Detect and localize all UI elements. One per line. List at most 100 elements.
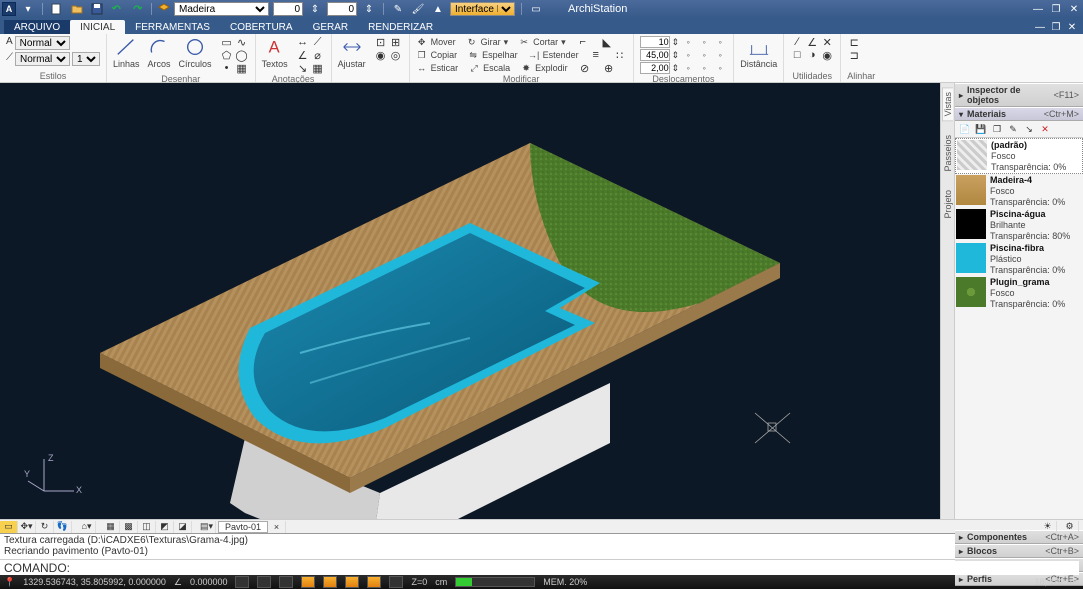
spinner-1-ctrl[interactable]: ⇕ (307, 2, 323, 16)
mdi-close-icon[interactable]: ✕ (1065, 22, 1079, 34)
textos-button[interactable]: ATextos (262, 36, 288, 69)
maximize-icon[interactable]: ❐ (1047, 2, 1065, 16)
u3-icon[interactable]: ✕ (820, 36, 834, 48)
view-orbit-icon[interactable]: ↻ (36, 521, 54, 533)
brush-icon[interactable]: 🖌 (410, 2, 426, 16)
escala-button[interactable]: ⤢Escala (468, 62, 510, 74)
copiar-button[interactable]: ❐Copiar (416, 49, 458, 61)
u6-icon[interactable]: ◉ (820, 49, 834, 61)
u1-icon[interactable]: ∕ (790, 36, 804, 48)
pav-close-icon[interactable]: × (268, 521, 286, 533)
ajustar-button[interactable]: Ajustar (338, 36, 366, 69)
explodir-button[interactable]: ✸Explodir (520, 62, 568, 74)
desl-2[interactable] (640, 49, 670, 61)
leader-icon[interactable]: ↘ (296, 62, 310, 74)
window-icon[interactable]: ▭ (528, 2, 544, 16)
spline-icon[interactable]: ∿ (235, 36, 249, 48)
vm1-icon[interactable]: ▦ (102, 521, 120, 533)
circulos-button[interactable]: Círculos (179, 36, 212, 69)
panel-blocos[interactable]: ▸Blocos<Ctr+B> (955, 544, 1083, 558)
dim-angle-icon[interactable]: ∠ (296, 49, 310, 61)
desl-1[interactable] (640, 36, 670, 48)
join-icon[interactable]: ⊕ (602, 62, 616, 74)
command-line[interactable]: COMANDO: (0, 559, 1083, 575)
girar-button[interactable]: ↻Girar▾ (466, 36, 509, 48)
material-item[interactable]: (padrão)FoscoTransparência: 0% (955, 138, 1083, 174)
al4-icon[interactable]: ⊐ (847, 49, 861, 61)
cortar-button[interactable]: ✂Cortar▾ (518, 36, 566, 48)
snap4-icon[interactable]: ◎ (389, 49, 403, 61)
fillet-icon[interactable]: ⌐ (576, 36, 590, 48)
tab-ferramentas[interactable]: FERRAMENTAS (125, 20, 220, 34)
mat-edit-icon[interactable]: ✎ (1007, 123, 1019, 135)
sidetab-projeto[interactable]: Projeto (943, 186, 953, 223)
vm5-icon[interactable]: ◪ (174, 521, 192, 533)
d3a-icon[interactable]: ◦ (681, 62, 695, 74)
interface-select[interactable]: Interface Padrão (450, 2, 515, 16)
minimize-icon[interactable]: — (1029, 2, 1047, 16)
3d-viewport[interactable]: Z X Y (0, 83, 940, 519)
sun-icon[interactable]: ☀ (1039, 521, 1057, 533)
view-pan-icon[interactable]: ✥▾ (18, 521, 36, 533)
vm3-icon[interactable]: ◫ (138, 521, 156, 533)
mdi-restore-icon[interactable]: ❐ (1049, 22, 1063, 34)
dim-align-icon[interactable]: ⟋ (311, 36, 325, 48)
estender-button[interactable]: →|Estender (528, 49, 579, 61)
dimsize-select[interactable]: 10 (72, 52, 100, 66)
material-item[interactable]: Piscina-fibraPlásticoTransparência: 0% (955, 242, 1083, 276)
offset-icon[interactable]: ≡ (589, 49, 603, 61)
d1c-icon[interactable]: ◦ (713, 36, 727, 48)
tab-gerar[interactable]: GERAR (303, 20, 359, 34)
tab-file[interactable]: ARQUIVO (4, 20, 70, 34)
sidetab-vistas[interactable]: Vistas (942, 87, 953, 121)
d1b-icon[interactable]: ◦ (697, 36, 711, 48)
toggle-snap[interactable] (257, 576, 271, 588)
material-item[interactable]: Piscina-águaBrilhanteTransparência: 80% (955, 208, 1083, 242)
d3b-icon[interactable]: ◦ (697, 62, 711, 74)
spinner-1[interactable] (273, 2, 303, 16)
toggle-dyn[interactable] (367, 576, 381, 588)
sidetab-passeios[interactable]: Passeios (943, 131, 953, 176)
toggle-polar[interactable] (323, 576, 337, 588)
mat-new-icon[interactable]: 📄 (959, 123, 971, 135)
spinner-2[interactable] (327, 2, 357, 16)
mover-button[interactable]: ✥Mover (416, 36, 456, 48)
tab-inicial[interactable]: INICIAL (70, 20, 125, 34)
snap2-icon[interactable]: ⊞ (389, 36, 403, 48)
tab-cobertura[interactable]: COBERTURA (220, 20, 303, 34)
app-icon[interactable]: A (2, 2, 16, 16)
new-file-icon[interactable] (49, 2, 65, 16)
d2b-icon[interactable]: ◦ (697, 49, 711, 61)
espelhar-button[interactable]: ⇋Espelhar (467, 49, 518, 61)
mdi-minimize-icon[interactable]: — (1033, 22, 1047, 34)
mat-delete-icon[interactable]: ✕ (1039, 123, 1051, 135)
snap3-icon[interactable]: ◉ (374, 49, 388, 61)
dim-radius-icon[interactable]: ⌀ (311, 49, 325, 61)
desl-3[interactable] (640, 62, 670, 74)
tab-renderizar[interactable]: RENDERIZAR (358, 20, 443, 34)
view-2d-icon[interactable]: ▭ (0, 521, 18, 533)
save-icon[interactable] (89, 2, 105, 16)
toggle-grid[interactable] (235, 576, 249, 588)
u2-icon[interactable]: ∠ (805, 36, 819, 48)
vm2-icon[interactable]: ▩ (120, 521, 138, 533)
layer-select[interactable]: Madeira (174, 2, 269, 16)
redo-icon[interactable] (129, 2, 145, 16)
u4-icon[interactable]: □ (790, 49, 804, 61)
polygon-icon[interactable]: ⬠ (220, 49, 234, 61)
vm4-icon[interactable]: ◩ (156, 521, 174, 533)
undo-icon[interactable] (109, 2, 125, 16)
toggle-osnap[interactable] (301, 576, 315, 588)
pavimento-tab[interactable]: Pavto-01 (218, 521, 268, 533)
break-icon[interactable]: ⊘ (578, 62, 592, 74)
hatch-icon[interactable]: ▦ (235, 62, 249, 74)
mat-import-icon[interactable]: ↘ (1023, 123, 1035, 135)
toggle-lwt[interactable] (389, 576, 403, 588)
arcos-button[interactable]: Arcos (148, 36, 171, 69)
point-icon[interactable]: • (220, 62, 234, 74)
view-walk-icon[interactable]: 👣 (54, 521, 72, 533)
toggle-ortho[interactable] (279, 576, 293, 588)
d1a-icon[interactable]: ◦ (681, 36, 695, 48)
al1-icon[interactable]: ⊏ (847, 36, 861, 48)
snap1-icon[interactable]: ⊡ (374, 36, 388, 48)
